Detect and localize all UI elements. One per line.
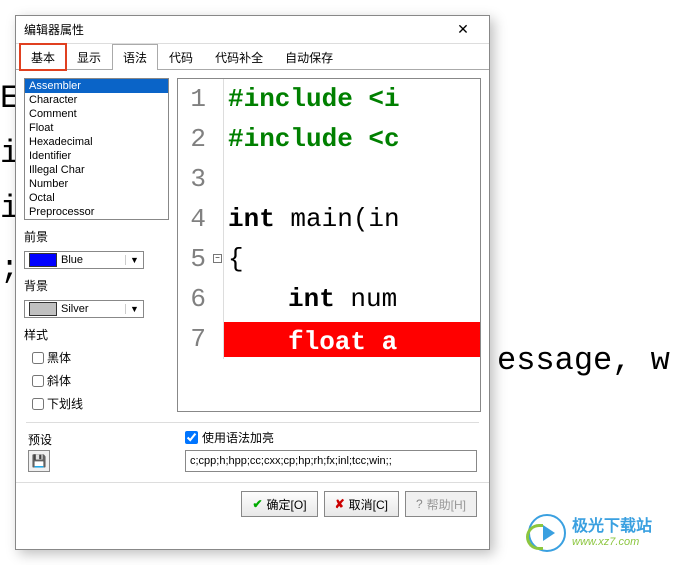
list-item[interactable]: Character bbox=[25, 93, 168, 107]
fold-icon[interactable]: − bbox=[213, 254, 222, 263]
help-button[interactable]: ? 帮助[H] bbox=[405, 491, 477, 517]
color-swatch bbox=[29, 302, 57, 316]
button-label: 确定[O] bbox=[267, 496, 307, 513]
left-column: Assembler Character Comment Float Hexade… bbox=[24, 78, 169, 412]
cancel-button[interactable]: ✘ 取消[C] bbox=[324, 491, 399, 517]
logo-text-cn: 极光下载站 bbox=[572, 518, 652, 536]
chevron-down-icon: ▼ bbox=[125, 304, 143, 314]
line-number: 6 bbox=[178, 284, 212, 314]
line-number: 1 bbox=[178, 84, 212, 114]
dialog-body: Assembler Character Comment Float Hexade… bbox=[16, 70, 489, 420]
bold-checkbox[interactable]: 黑体 bbox=[24, 349, 169, 366]
list-item[interactable]: Hexadecimal bbox=[25, 135, 168, 149]
list-item[interactable]: Float bbox=[25, 121, 168, 135]
tab-syntax[interactable]: 语法 bbox=[112, 44, 158, 70]
background-text: essage, w bbox=[497, 342, 670, 379]
token-listbox[interactable]: Assembler Character Comment Float Hexade… bbox=[24, 78, 169, 220]
combo-value: Silver bbox=[61, 303, 125, 315]
tab-autosave[interactable]: 自动保存 bbox=[274, 44, 344, 70]
bottom-section: 预设 💾 使用语法加亮 bbox=[16, 425, 489, 476]
checkbox-input[interactable] bbox=[185, 431, 198, 444]
background-combo[interactable]: Silver ▼ bbox=[24, 300, 144, 318]
list-item[interactable]: Preprocessor bbox=[25, 205, 168, 219]
list-item[interactable]: Comment bbox=[25, 107, 168, 121]
button-row: ✔ 确定[O] ✘ 取消[C] ? 帮助[H] bbox=[16, 482, 489, 525]
list-item[interactable]: Assembler bbox=[25, 79, 168, 93]
color-swatch bbox=[29, 253, 57, 267]
highlighted-token: float a bbox=[224, 322, 480, 357]
line-number: 2 bbox=[178, 124, 212, 154]
list-item[interactable]: Reserved Word bbox=[25, 219, 168, 220]
close-button[interactable]: ✕ bbox=[445, 19, 481, 41]
logo-badge-icon bbox=[528, 514, 566, 552]
separator bbox=[26, 422, 479, 423]
code-preview: 1 #include <i 2 #include <c 3 4 int main(in… bbox=[177, 78, 481, 412]
site-logo: 极光下载站 www.xz7.com bbox=[528, 509, 673, 557]
list-item[interactable]: Number bbox=[25, 177, 168, 191]
extensions-input[interactable] bbox=[185, 450, 477, 472]
style-label: 样式 bbox=[24, 326, 169, 343]
button-label: 帮助[H] bbox=[427, 496, 466, 513]
line-number: 7 bbox=[178, 324, 212, 354]
checkbox-input[interactable] bbox=[32, 398, 44, 410]
tab-basic[interactable]: 基本 bbox=[20, 44, 66, 70]
syntax-highlight-checkbox[interactable]: 使用语法加亮 bbox=[185, 429, 477, 446]
code-text: main(in bbox=[275, 204, 400, 234]
preprocessor-token: #include <i bbox=[228, 84, 400, 114]
checkbox-label: 使用语法加亮 bbox=[202, 429, 274, 446]
code-text: { bbox=[224, 244, 480, 274]
check-icon: ✔ bbox=[252, 497, 262, 511]
editor-properties-dialog: 编辑器属性 ✕ 基本 显示 语法 代码 代码补全 自动保存 Assembler … bbox=[15, 15, 490, 550]
foreground-label: 前景 bbox=[24, 228, 169, 245]
line-number: 5 bbox=[178, 244, 212, 274]
list-item[interactable]: Identifier bbox=[25, 149, 168, 163]
italic-checkbox[interactable]: 斜体 bbox=[24, 372, 169, 389]
background-label: 背景 bbox=[24, 277, 169, 294]
tab-display[interactable]: 显示 bbox=[66, 44, 112, 70]
titlebar: 编辑器属性 ✕ bbox=[16, 16, 489, 44]
combo-value: Blue bbox=[61, 254, 125, 266]
logo-text-url: www.xz7.com bbox=[572, 536, 652, 548]
disk-icon: 💾 bbox=[32, 454, 47, 468]
list-item[interactable]: Octal bbox=[25, 191, 168, 205]
ok-button[interactable]: ✔ 确定[O] bbox=[241, 491, 317, 517]
x-icon: ✘ bbox=[335, 497, 345, 511]
preset-label: 预设 bbox=[28, 431, 173, 448]
code-text: num bbox=[335, 284, 397, 314]
tab-code-completion[interactable]: 代码补全 bbox=[204, 44, 274, 70]
checkbox-input[interactable] bbox=[32, 375, 44, 387]
dialog-title: 编辑器属性 bbox=[24, 21, 445, 38]
preprocessor-token: #include <c bbox=[228, 124, 400, 154]
close-icon: ✕ bbox=[457, 21, 469, 38]
list-item[interactable]: Illegal Char bbox=[25, 163, 168, 177]
chevron-down-icon: ▼ bbox=[125, 255, 143, 265]
tab-code[interactable]: 代码 bbox=[158, 44, 204, 70]
keyword-token: int bbox=[288, 284, 335, 314]
checkbox-label: 黑体 bbox=[47, 349, 71, 366]
preset-button[interactable]: 💾 bbox=[28, 450, 50, 472]
underline-checkbox[interactable]: 下划线 bbox=[24, 395, 169, 412]
checkbox-label: 斜体 bbox=[47, 372, 71, 389]
question-icon: ? bbox=[416, 497, 423, 511]
line-number: 4 bbox=[178, 204, 212, 234]
checkbox-label: 下划线 bbox=[47, 395, 83, 412]
keyword-token: int bbox=[228, 204, 275, 234]
button-label: 取消[C] bbox=[349, 496, 388, 513]
checkbox-input[interactable] bbox=[32, 352, 44, 364]
tab-bar: 基本 显示 语法 代码 代码补全 自动保存 bbox=[16, 44, 489, 70]
foreground-combo[interactable]: Blue ▼ bbox=[24, 251, 144, 269]
line-number: 3 bbox=[178, 164, 212, 194]
